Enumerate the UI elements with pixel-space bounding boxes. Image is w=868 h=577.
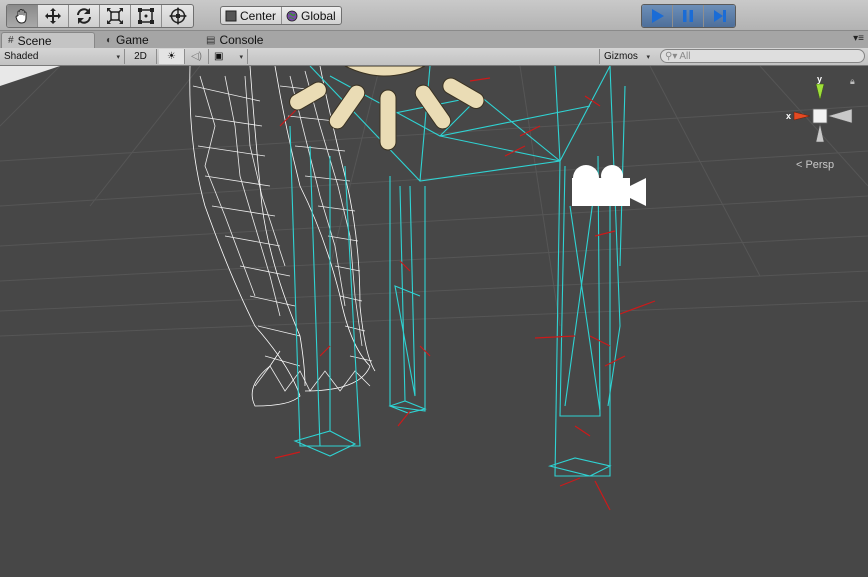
draw-mode-label: Shaded — [4, 51, 39, 62]
tab-console[interactable]: ▤ Console — [200, 32, 300, 48]
hand-icon — [15, 9, 27, 24]
lock-icon[interactable]: 🔒︎ — [850, 76, 855, 87]
center-pivot-icon — [225, 10, 237, 21]
perspective-icon: < — [796, 159, 803, 171]
transform-icon — [168, 7, 187, 25]
2d-toggle-label: 2D — [134, 51, 147, 62]
pivot-mode-button[interactable]: Center — [221, 7, 283, 24]
scale-icon — [107, 8, 123, 24]
scene-render — [0, 66, 868, 511]
play-icon — [652, 9, 664, 23]
tab-scene-label: Scene — [17, 33, 52, 48]
scene-toolbar: Shaded ▾ 2D ☀ ◁) ▣ ▾ Gizmos ▾ ⚲▾ All — [0, 48, 868, 66]
pivot-space-button[interactable]: Global — [282, 7, 341, 24]
playback-controls — [641, 4, 736, 28]
hierarchy-search-field[interactable]: ⚲▾ All — [660, 49, 865, 63]
main-toolbar: Center Global — [0, 0, 868, 31]
dropdown-arrow-icon: ▾ — [239, 53, 243, 61]
light-gizmo — [289, 66, 485, 151]
move-tool-button[interactable] — [38, 5, 69, 27]
tab-menu-icon[interactable]: ▾≡ — [853, 33, 864, 44]
pause-icon — [683, 10, 693, 22]
transform-tool-button[interactable] — [162, 5, 193, 27]
scale-tool-button[interactable] — [100, 5, 131, 27]
pause-button[interactable] — [673, 5, 704, 27]
camera-icon[interactable] — [568, 158, 652, 218]
search-placeholder: All — [679, 50, 691, 62]
ground-plane-edge — [0, 66, 60, 86]
step-icon — [713, 10, 726, 22]
bone-lines — [274, 77, 656, 511]
dropdown-arrow-icon: ▾ — [116, 53, 120, 61]
rotate-tool-button[interactable] — [69, 5, 100, 27]
step-button[interactable] — [704, 5, 735, 27]
rotate-icon — [77, 8, 91, 24]
projection-label: Persp — [805, 159, 835, 171]
tab-game[interactable]: ◐ Game — [100, 32, 200, 48]
rect-transform-icon — [138, 8, 154, 24]
tab-scene[interactable]: # Scene — [1, 32, 95, 48]
effects-dropdown[interactable]: ▣ ▾ — [210, 49, 248, 64]
sun-icon: ☀ — [167, 51, 176, 62]
2d-toggle-button[interactable]: 2D — [125, 49, 157, 64]
scene-icon: # — [8, 35, 14, 46]
search-icon: ⚲▾ — [665, 50, 678, 62]
pivot-toggles: Center Global — [220, 6, 342, 25]
gizmos-label: Gizmos — [604, 51, 638, 62]
scene-viewport[interactable] — [0, 66, 868, 577]
move-icon — [45, 8, 61, 24]
editor-tab-bar: # Scene ◐ Game ▤ Console ▾≡ — [0, 31, 868, 49]
lighting-toggle-button[interactable]: ☀ — [159, 49, 185, 64]
pivot-mode-label: Center — [240, 8, 277, 23]
rect-tool-button[interactable] — [131, 5, 162, 27]
console-icon: ▤ — [206, 34, 216, 46]
audio-toggle-button[interactable]: ◁) — [185, 49, 209, 64]
play-button[interactable] — [642, 5, 673, 27]
projection-toggle[interactable]: < Persp — [796, 159, 834, 171]
image-icon: ▣ — [214, 51, 224, 62]
dropdown-arrow-icon: ▾ — [646, 53, 650, 61]
tab-game-label: Game — [116, 33, 149, 47]
speaker-icon: ◁) — [190, 51, 203, 62]
draw-mode-dropdown[interactable]: Shaded ▾ — [0, 49, 125, 64]
x-axis-label: x — [786, 111, 791, 121]
game-icon: ◐ — [106, 34, 113, 46]
pivot-space-label: Global — [301, 8, 336, 23]
globe-icon — [286, 10, 298, 21]
tab-console-label: Console — [219, 33, 264, 47]
hand-tool-button[interactable] — [7, 5, 38, 27]
y-axis-label: y — [817, 74, 822, 84]
transform-tools — [6, 4, 194, 28]
gizmos-dropdown[interactable]: Gizmos ▾ — [599, 49, 654, 64]
